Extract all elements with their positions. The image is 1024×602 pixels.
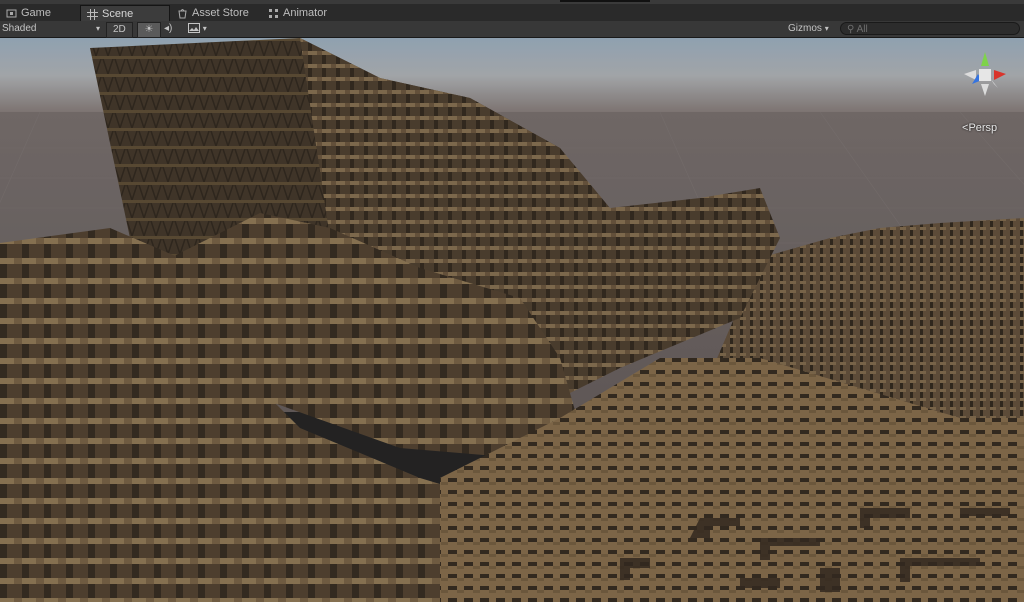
scene-toolbar: Shaded ▾ 2D ☀ ◂) ▾ Gizmos ▾ ⚲ All xyxy=(0,21,1024,38)
gizmo-center-cube[interactable] xyxy=(979,69,991,81)
search-icon: ⚲ xyxy=(847,24,855,35)
scene-audio-toggle[interactable]: ◂) xyxy=(164,22,172,36)
scene-search-input[interactable]: ⚲ All xyxy=(840,22,1020,35)
tab-scene-label: Scene xyxy=(102,8,134,20)
toggle-2d-button[interactable]: 2D xyxy=(106,22,133,38)
scene-grid-icon xyxy=(87,8,98,20)
projection-label: Persp xyxy=(968,122,998,134)
gizmo-neg-x-axis[interactable] xyxy=(964,70,976,80)
sun-icon: ☀ xyxy=(144,24,154,35)
tab-game[interactable]: Game xyxy=(0,5,57,21)
voxel-terrain-render xyxy=(0,38,1024,602)
tab-animator[interactable]: Animator xyxy=(262,5,333,21)
chevron-down-icon: ▾ xyxy=(202,24,207,33)
tab-bar-top-strip xyxy=(0,0,1024,4)
scene-viewport[interactable]: <Persp xyxy=(0,38,1024,602)
scene-orientation-gizmo[interactable] xyxy=(952,44,1018,114)
tab-scene[interactable]: Scene xyxy=(80,5,170,22)
gizmo-y-axis[interactable] xyxy=(981,52,989,66)
chevron-down-icon: ▾ xyxy=(95,24,100,33)
image-effects-icon xyxy=(188,23,203,34)
tab-animator-label: Animator xyxy=(283,7,328,19)
editor-tab-bar: Game Scene Asset Store Animator xyxy=(0,0,1024,22)
gizmo-neg-y-axis[interactable] xyxy=(981,84,989,96)
tab-asset-store[interactable]: Asset Store xyxy=(171,5,255,21)
chevron-down-icon: ▾ xyxy=(824,24,829,33)
search-placeholder: All xyxy=(856,24,868,35)
projection-toggle[interactable]: <Persp xyxy=(962,122,997,134)
scene-effects-dropdown[interactable]: ▾ xyxy=(188,22,207,36)
tab-asset-store-label: Asset Store xyxy=(192,7,249,19)
speaker-icon: ◂) xyxy=(164,23,173,34)
scene-lighting-toggle[interactable]: ☀ xyxy=(137,22,161,38)
asset-store-icon xyxy=(177,8,188,19)
animator-icon xyxy=(268,8,279,19)
tab-game-label: Game xyxy=(21,7,51,19)
gizmos-label: Gizmos xyxy=(788,23,822,34)
draw-mode-label: Shaded xyxy=(2,23,37,34)
gizmos-dropdown[interactable]: Gizmos ▾ xyxy=(788,22,829,36)
game-icon xyxy=(6,8,17,19)
draw-mode-dropdown[interactable]: Shaded ▾ xyxy=(2,22,100,36)
gizmo-x-axis[interactable] xyxy=(994,70,1006,80)
